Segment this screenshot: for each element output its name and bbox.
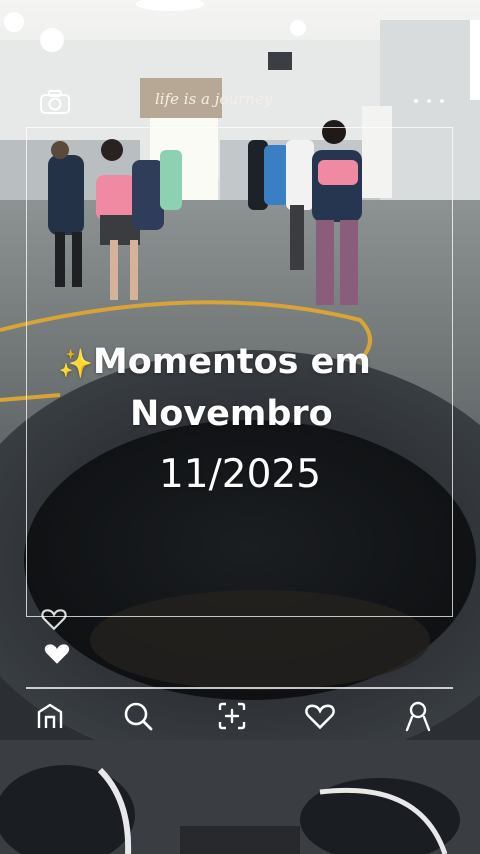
heart-icon [305, 704, 335, 730]
story-date: 11/2025 [158, 452, 322, 497]
profile-icon [405, 701, 431, 732]
add-post-icon [218, 702, 246, 730]
camera-icon [40, 90, 70, 114]
more-dots-icon [414, 99, 418, 103]
nav-search[interactable] [118, 695, 158, 737]
heart-outline-icon[interactable] [41, 607, 67, 631]
reactions [38, 607, 78, 669]
nav-divider [26, 687, 453, 689]
wall-sign-text: life is a journey [155, 90, 273, 108]
camera-button[interactable] [38, 88, 72, 116]
more-dot [427, 99, 431, 103]
title-line-1: Momentos em [92, 342, 371, 382]
heart-filled-icon[interactable] [43, 641, 71, 666]
bottom-nav [0, 693, 480, 741]
nav-profile[interactable] [398, 695, 438, 737]
more-dot [440, 99, 444, 103]
title-line-2: Novembro [130, 394, 333, 434]
nav-add-post[interactable] [212, 695, 252, 737]
nav-home[interactable] [30, 695, 70, 737]
more-options-button[interactable] [414, 92, 444, 110]
nav-activity[interactable] [300, 695, 340, 737]
sparkles-emoji: ✨ [58, 347, 93, 380]
search-icon [124, 702, 153, 731]
home-icon [37, 703, 63, 728]
story-title: ✨Momentos em Novembro [58, 337, 458, 439]
